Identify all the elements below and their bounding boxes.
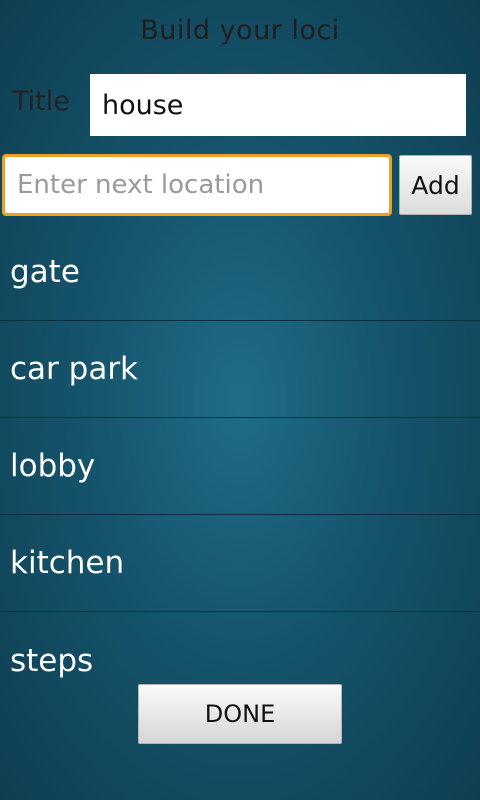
list-item[interactable]: kitchen	[0, 515, 480, 612]
title-label: Title	[12, 86, 70, 117]
location-list: gate car park lobby kitchen steps	[0, 224, 480, 709]
list-item[interactable]: car park	[0, 321, 480, 418]
list-item[interactable]: gate	[0, 224, 480, 321]
add-button[interactable]: Add	[399, 155, 472, 215]
done-button[interactable]: DONE	[138, 684, 342, 744]
title-row: Title	[0, 72, 480, 136]
title-input[interactable]	[90, 74, 466, 136]
list-item[interactable]: lobby	[0, 418, 480, 515]
page-title: Build your loci	[140, 14, 340, 46]
app-header: Build your loci	[0, 0, 480, 60]
location-input[interactable]	[2, 154, 392, 216]
